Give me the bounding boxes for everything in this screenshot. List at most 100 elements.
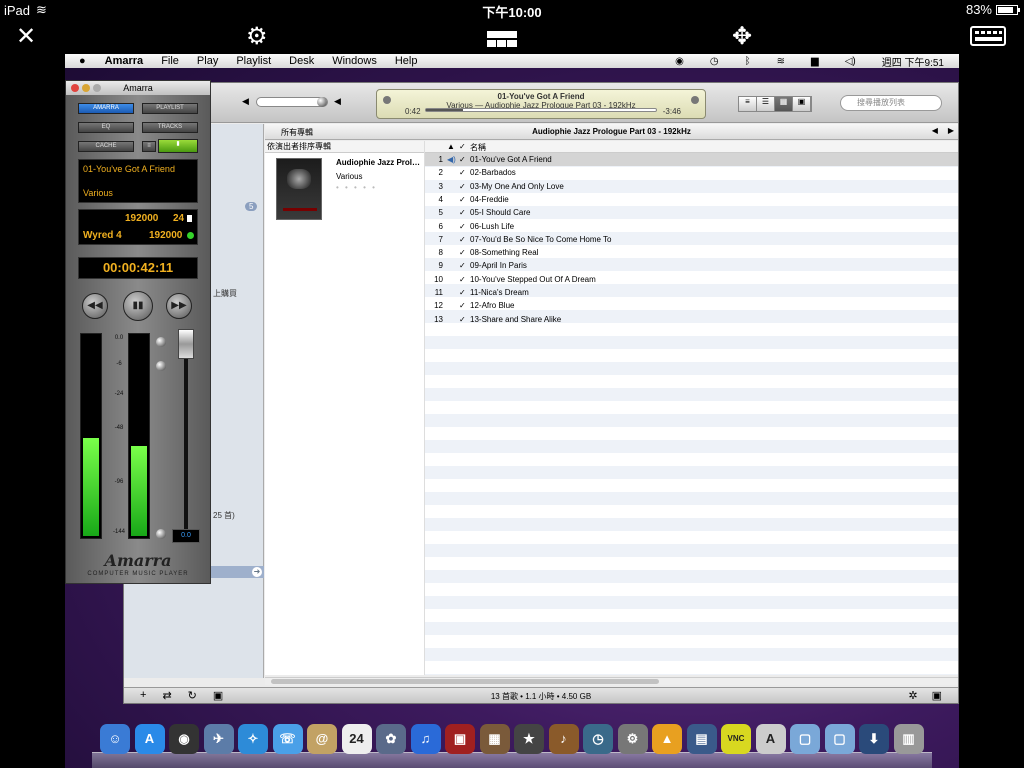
close-icon[interactable]: ✕	[16, 24, 36, 50]
table-row[interactable]: 5 ✓ 05-I Should Care	[425, 206, 958, 219]
track-checkbox[interactable]: ✓	[459, 166, 466, 179]
gear-icon[interactable]: ⚙	[246, 24, 268, 50]
prev-album-icon[interactable]: ◀	[932, 126, 938, 135]
track-checkbox[interactable]: ✓	[459, 259, 466, 272]
sort-ascending-icon[interactable]: ▲	[447, 142, 455, 151]
action-gear-icon[interactable]: ✲	[908, 689, 917, 702]
record-icon[interactable]: ◉	[666, 56, 693, 67]
meter-knob-bottom[interactable]	[156, 529, 166, 539]
applications-folder-icon[interactable]: ▢	[790, 724, 820, 754]
track-checkbox[interactable]: ✓	[459, 153, 466, 166]
trash-icon[interactable]: ▥	[893, 724, 924, 754]
time-machine-icon[interactable]: ◷	[583, 724, 613, 754]
track-checkbox[interactable]: ✓	[459, 193, 466, 206]
table-row[interactable]: 9 ✓ 09-April In Paris	[425, 259, 958, 272]
amarra-mode-button[interactable]: AMARRA	[78, 103, 134, 114]
name-column-header[interactable]: 名稱	[470, 142, 486, 153]
list-mode-icon[interactable]: ≡	[142, 141, 156, 152]
finder-icon[interactable]: ☺	[100, 724, 130, 754]
imovie-icon[interactable]: ★	[514, 724, 544, 754]
table-row[interactable]: 12 ✓ 12-Afro Blue	[425, 299, 958, 312]
vnc-server-icon[interactable]: VNC	[721, 724, 751, 754]
arrow-right-icon[interactable]: ➜	[252, 567, 262, 577]
menu-playlist[interactable]: Playlist	[227, 55, 280, 67]
track-checkbox[interactable]: ✓	[459, 233, 466, 246]
move-icon[interactable]: ✥	[732, 24, 752, 50]
address-book-icon[interactable]: @	[307, 724, 337, 754]
track-checkbox[interactable]: ✓	[459, 313, 466, 326]
track-checkbox[interactable]: ✓	[459, 299, 466, 312]
system-preferences-icon[interactable]: ⚙	[617, 724, 648, 754]
check-column-header[interactable]: ✓	[459, 142, 466, 151]
eq-button[interactable]: EQ	[78, 122, 134, 133]
fast-forward-button[interactable]: ▶▶	[166, 293, 192, 319]
meter-knob-mid[interactable]	[156, 361, 166, 371]
dashboard-icon[interactable]: ◉	[169, 724, 199, 754]
table-row[interactable]: 7 ✓ 07-You'd Be So Nice To Come Home To	[425, 233, 958, 246]
menu-windows[interactable]: Windows	[323, 55, 386, 67]
cache-toggle[interactable]: ▮	[158, 139, 198, 153]
mail-icon[interactable]: ✈	[203, 724, 234, 754]
itunes-icon[interactable]: ♫	[410, 724, 441, 754]
lcd-left-icon[interactable]	[383, 96, 391, 104]
screen-layout-icon[interactable]	[486, 28, 518, 54]
fader-cap[interactable]	[178, 329, 194, 359]
track-checkbox[interactable]: ✓	[459, 220, 466, 233]
view-list-button[interactable]: ≡	[739, 97, 757, 111]
table-row[interactable]: 6 ✓ 06-Lush Life	[425, 220, 958, 233]
menu-app-name[interactable]: Amarra	[96, 55, 153, 67]
track-checkbox[interactable]: ✓	[459, 273, 466, 286]
iphoto-icon[interactable]: ✿	[376, 724, 406, 754]
menu-play[interactable]: Play	[188, 55, 227, 67]
playback-progress[interactable]	[425, 108, 657, 112]
track-checkbox[interactable]: ✓	[459, 206, 466, 219]
menu-desk[interactable]: Desk	[280, 55, 323, 67]
track-checkbox[interactable]: ✓	[459, 246, 466, 259]
album-column-header[interactable]: 依演出者排序專輯	[265, 141, 424, 153]
table-row[interactable]: 10 ✓ 10-You've Stepped Out Of A Dream	[425, 273, 958, 286]
menu-help[interactable]: Help	[386, 55, 427, 67]
minimize-window-icon[interactable]	[82, 84, 90, 92]
time-machine-menu-icon[interactable]: ◷	[701, 56, 728, 67]
rewind-button[interactable]: ◀◀	[82, 293, 108, 319]
track-checkbox[interactable]: ✓	[459, 286, 466, 299]
zoom-window-icon[interactable]	[93, 84, 101, 92]
volume-slider[interactable]	[256, 97, 328, 107]
front-row-icon[interactable]: ▣	[445, 724, 475, 754]
ical-icon[interactable]: 24	[341, 724, 372, 754]
app-store-icon[interactable]: A	[134, 724, 165, 754]
apple-icon[interactable]: ●	[65, 55, 96, 67]
horizontal-scrollbar[interactable]	[265, 677, 958, 685]
album-cover[interactable]	[276, 158, 322, 220]
table-row[interactable]: 8 ✓ 08-Something Real	[425, 246, 958, 259]
menubar-clock[interactable]: 週四 下午9:51	[873, 54, 953, 69]
photo-booth-icon[interactable]: ▦	[479, 724, 510, 754]
volume-icon[interactable]: ◁)	[836, 56, 865, 67]
meter-knob-top[interactable]	[156, 337, 166, 347]
view-album-list-button[interactable]: ☰	[757, 97, 775, 111]
vlc-icon[interactable]: ▲	[652, 724, 682, 754]
table-row[interactable]: 1 ◀) ✓ 01-You've Got A Friend	[425, 153, 958, 166]
menu-file[interactable]: File	[152, 55, 188, 67]
playlist-button[interactable]: PLAYLIST	[142, 103, 198, 114]
keyboard-icon[interactable]	[970, 26, 1006, 52]
documents-folder-icon[interactable]: ▢	[824, 724, 855, 754]
scrollbar-thumb[interactable]	[271, 679, 659, 684]
cache-button[interactable]: CACHE	[78, 141, 134, 152]
table-row[interactable]: 3 ✓ 03-My One And Only Love	[425, 180, 958, 193]
album-rating[interactable]: • • • • •	[336, 183, 377, 192]
table-row[interactable]: 4 ✓ 04-Freddie	[425, 193, 958, 206]
table-row[interactable]: 11 ✓ 11-Nica's Dream	[425, 286, 958, 299]
bluetooth-icon[interactable]: ᛒ	[736, 56, 760, 67]
pause-button[interactable]: ▮▮	[123, 291, 153, 321]
track-checkbox[interactable]: ✓	[459, 180, 466, 193]
view-grid-button[interactable]: ▦	[775, 97, 793, 111]
tracks-button[interactable]: TRACKS	[142, 122, 198, 133]
view-coverflow-button[interactable]: ▣	[793, 97, 811, 111]
amarra-icon[interactable]: A	[755, 724, 786, 754]
volume-slider-knob[interactable]	[317, 97, 327, 107]
safari-icon[interactable]: ✧	[238, 724, 268, 754]
amarra-titlebar[interactable]: Amarra	[66, 81, 210, 95]
lcd-right-icon[interactable]	[691, 96, 699, 104]
table-row[interactable]: 2 ✓ 02-Barbados	[425, 166, 958, 179]
